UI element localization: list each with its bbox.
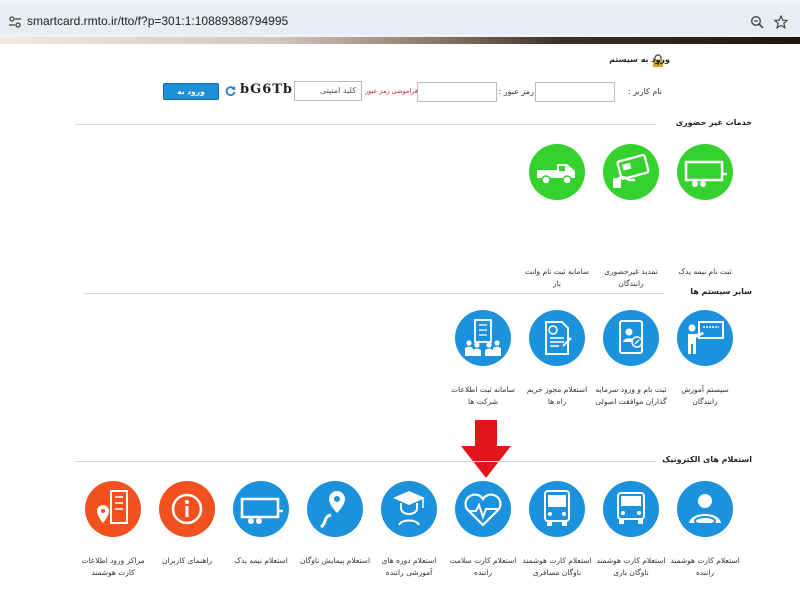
truck-front-icon [603, 481, 659, 537]
section-title-inquiries: استعلام های الکترونیک [662, 455, 752, 464]
tile-label: سیستم آموزش رانندگان [681, 385, 729, 406]
login-title: ورود به سیستم [609, 55, 670, 64]
address-bar[interactable]: smartcard.rmto.ir/tto/f?p=301:1:10889388… [0, 4, 800, 34]
pickup-truck-icon [529, 144, 585, 200]
tile-label: استعلام کارت سلامت راننده [449, 556, 517, 577]
trailer-icon [233, 481, 289, 537]
captcha-input[interactable]: کلید امنیتی [294, 81, 362, 101]
tile-label: سامانه ثبت اطلاعات شرکت ها [451, 385, 515, 406]
arrow-down-icon [461, 420, 511, 478]
forgot-password-link[interactable]: فراموشی رمز عبور [365, 87, 418, 95]
zoom-icon[interactable] [750, 15, 764, 29]
section-divider [75, 124, 656, 125]
section-divider [75, 461, 656, 462]
teacher-board-icon [677, 310, 733, 366]
tile-label: استعلام پیمایش ناوگان [299, 556, 371, 565]
url-text[interactable]: smartcard.rmto.ir/tto/f?p=301:1:10889388… [27, 14, 288, 28]
header-banner [0, 37, 800, 44]
browser-toolbar: smartcard.rmto.ir/tto/f?p=301:1:10889388… [0, 0, 800, 37]
page-content: ورود به سیستم نام کاربر : رمز عبور : فرا… [0, 44, 800, 605]
captcha-image: bG6Tb [240, 82, 294, 97]
section-title-offline: خدمات غیر حضوری [675, 118, 752, 127]
tile-label: ثبت نام و ورود سرمایه گذاران موافقت اصول… [595, 385, 667, 406]
tile-label: استعلام دوره های آموزشی راننده [381, 556, 437, 577]
document-stamp-icon [529, 310, 585, 366]
tile-label: استعلام کارت هوشمند راننده [670, 556, 740, 577]
tile-label: سامانه ثبت نام وانت بار [524, 267, 590, 288]
password-input[interactable] [417, 82, 497, 102]
driver-icon [677, 481, 733, 537]
bus-front-icon [529, 481, 585, 537]
tile-label: استعلام کارت هوشمند ناوگان مسافری [522, 556, 592, 577]
password-label: رمز عبور : [498, 87, 534, 96]
login-button[interactable]: ورود به سیستم [163, 83, 219, 111]
tile-label: استعلام مجوز حریم راه ها [526, 385, 588, 406]
route-pin-icon [307, 481, 363, 537]
company-building-icon [455, 310, 511, 366]
username-label: نام کاربر : [627, 87, 662, 96]
smartcard-icon [603, 144, 659, 200]
tile-label: استعلام نیمه یدک [234, 556, 288, 565]
tile-label: تمدید غیرحضوری رانندگان [604, 267, 658, 288]
tile-label: مراکز ورود اطلاعات کارت هوشمند [81, 556, 145, 577]
refresh-icon[interactable] [225, 85, 236, 97]
building-pin-icon [85, 481, 141, 537]
section-title-other: سایر سیستم ها [690, 287, 752, 296]
info-icon [159, 481, 215, 537]
tile-label: ثبت نام نیمه یدک [678, 267, 732, 276]
tile-label: استعلام کارت هوشمند ناوگان باری [596, 556, 666, 577]
graduate-icon [381, 481, 437, 537]
tune-icon[interactable] [8, 15, 22, 29]
heart-pulse-icon [455, 481, 511, 537]
username-input[interactable] [535, 82, 615, 102]
tablet-user-icon [603, 310, 659, 366]
trailer-icon [677, 144, 733, 200]
star-icon[interactable] [774, 15, 788, 29]
tile-label: راهنمای کاربران [161, 556, 213, 565]
section-divider [84, 293, 664, 294]
